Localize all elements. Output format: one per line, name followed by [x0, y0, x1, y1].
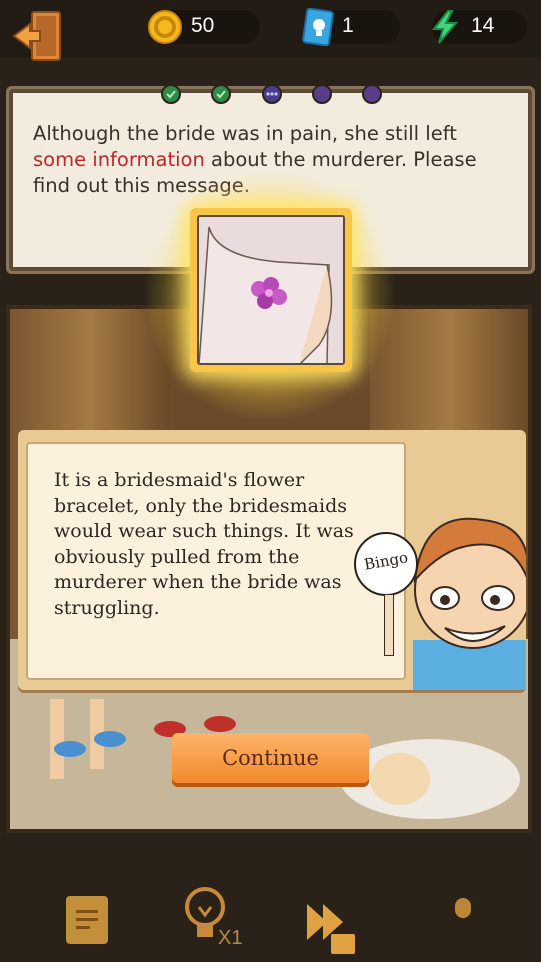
progress-dot-locked: [312, 84, 332, 104]
hint-card-count: 1: [342, 14, 354, 37]
hint-button-count: X1: [218, 927, 243, 949]
lightning-icon: [430, 9, 460, 49]
continue-button[interactable]: Continue: [172, 733, 369, 783]
clue-image: [197, 215, 345, 365]
progress-dot-locked: [362, 84, 382, 104]
coin-icon: [147, 9, 183, 49]
notebook-icon: [76, 910, 98, 929]
coin-count: 50: [191, 14, 215, 37]
dialog-text-panel: It is a bridesmaid's flower bracelet, on…: [26, 442, 406, 680]
task-text-highlight: some information: [33, 148, 205, 171]
bingo-sign: Bingo: [354, 532, 418, 596]
exit-door-icon: [12, 11, 61, 61]
clue-card: [190, 208, 352, 372]
progress-dot-current: [262, 84, 282, 104]
progress-dot-done: [211, 84, 231, 104]
sign-stick: [384, 594, 394, 656]
more-button[interactable]: [455, 898, 471, 918]
bingo-sign-label: Bingo: [362, 548, 410, 574]
task-text-part: Although the bride was in pain, she stil…: [33, 122, 457, 145]
dialog-text: It is a bridesmaid's flower bracelet, on…: [54, 469, 354, 619]
exit-button[interactable]: [10, 8, 62, 62]
top-bar: 50 1 14: [0, 0, 541, 61]
hint-card-icon: [302, 7, 336, 50]
explanation-dialog: It is a bridesmaid's flower bracelet, on…: [18, 430, 532, 690]
skip-button[interactable]: [305, 900, 357, 956]
fast-forward-video-icon: [307, 904, 355, 954]
progress-dot-done: [161, 84, 181, 104]
energy-count: 14: [471, 14, 495, 37]
notes-button[interactable]: [66, 896, 108, 944]
